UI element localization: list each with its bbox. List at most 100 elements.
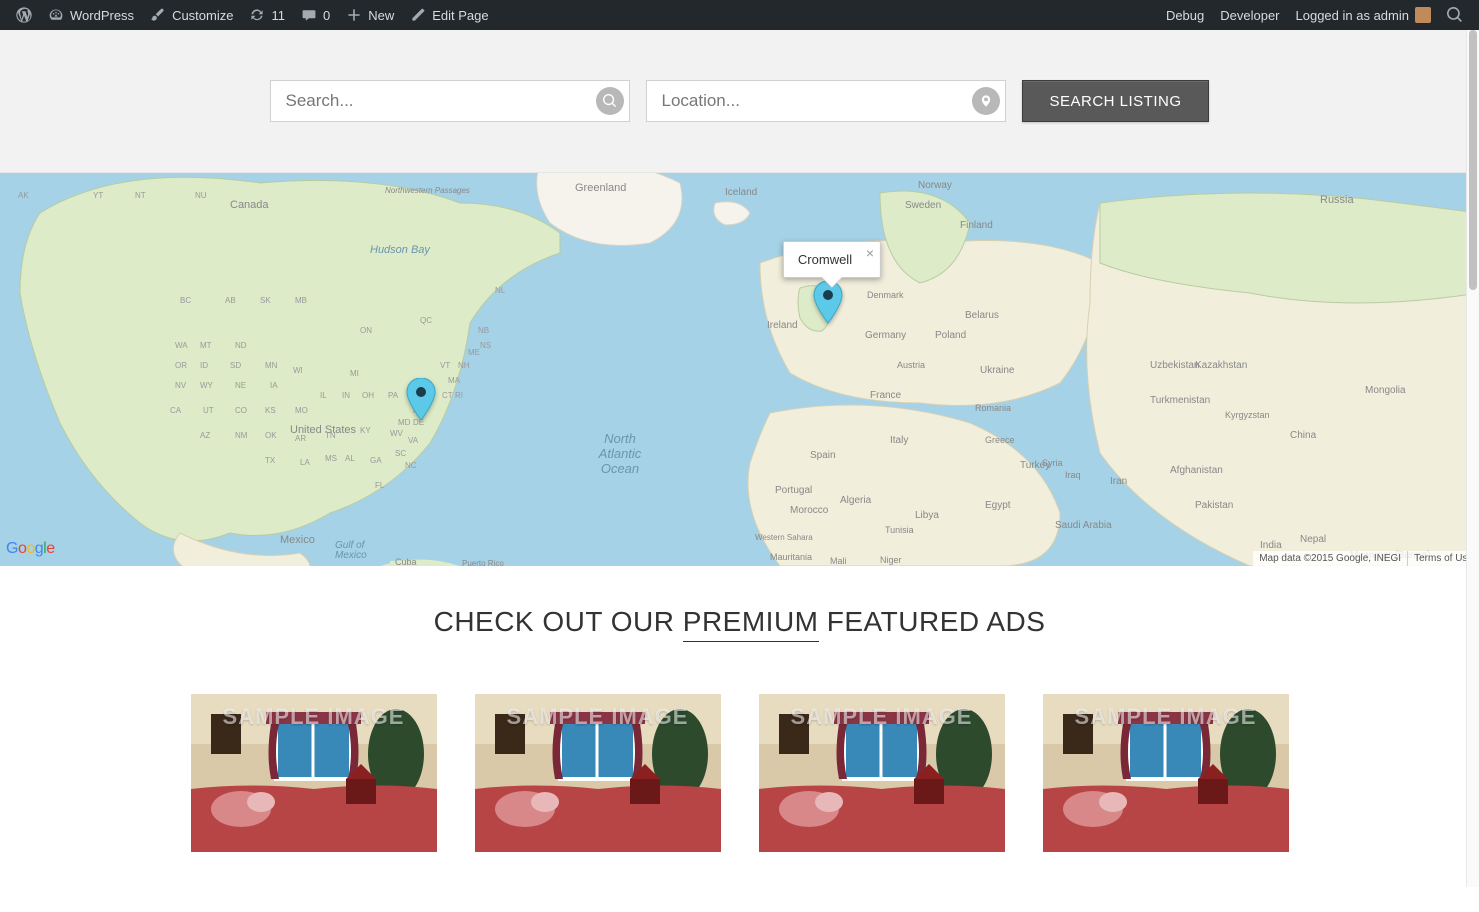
account-link[interactable]: Logged in as admin: [1288, 0, 1439, 30]
updates-link[interactable]: 11: [241, 0, 293, 30]
search-icon[interactable]: [596, 87, 624, 115]
developer-link[interactable]: Developer: [1212, 0, 1287, 30]
location-icon[interactable]: [972, 87, 1000, 115]
svg-text:AB: AB: [225, 296, 236, 305]
svg-text:Finland: Finland: [960, 220, 993, 231]
listing-card[interactable]: SAMPLE IMAGE: [1043, 694, 1289, 852]
location-search-wrap: [646, 80, 1006, 122]
svg-text:Morocco: Morocco: [790, 505, 829, 516]
svg-text:North: North: [604, 431, 636, 446]
svg-text:Austria: Austria: [897, 360, 925, 370]
map-marker[interactable]: [406, 378, 436, 425]
svg-text:SD: SD: [230, 361, 241, 370]
search-listing-button[interactable]: SEARCH LISTING: [1022, 80, 1208, 122]
svg-text:BC: BC: [180, 296, 191, 305]
svg-text:Nepal: Nepal: [1300, 534, 1326, 545]
svg-text:Spain: Spain: [810, 450, 836, 461]
keyword-input[interactable]: [270, 80, 630, 122]
svg-text:ME: ME: [468, 348, 480, 357]
svg-text:Germany: Germany: [865, 330, 906, 341]
new-content-link[interactable]: New: [338, 0, 402, 30]
svg-text:NV: NV: [175, 381, 187, 390]
svg-text:Canada: Canada: [230, 199, 269, 211]
svg-text:SK: SK: [260, 296, 271, 305]
svg-text:Poland: Poland: [935, 330, 966, 341]
debug-link[interactable]: Debug: [1158, 0, 1212, 30]
svg-text:MS: MS: [325, 454, 337, 463]
svg-text:YT: YT: [93, 191, 103, 200]
infowindow-close-icon[interactable]: ×: [866, 246, 874, 260]
svg-text:Afghanistan: Afghanistan: [1170, 465, 1223, 476]
svg-text:QC: QC: [420, 316, 432, 325]
svg-text:Mongolia: Mongolia: [1365, 385, 1406, 396]
brush-icon: [150, 7, 166, 23]
svg-text:OH: OH: [362, 391, 374, 400]
comment-icon: [301, 7, 317, 23]
svg-text:NH: NH: [458, 361, 470, 370]
svg-text:NC: NC: [405, 461, 417, 470]
listing-card[interactable]: SAMPLE IMAGE: [475, 694, 721, 852]
svg-text:KY: KY: [360, 426, 371, 435]
new-label: New: [368, 8, 394, 23]
avatar: [1415, 7, 1431, 23]
svg-text:MN: MN: [265, 361, 278, 370]
svg-text:Egypt: Egypt: [985, 500, 1011, 511]
map[interactable]: North Atlantic Ocean Hudson Bay Gulf of …: [0, 173, 1479, 566]
map-marker[interactable]: [813, 281, 843, 328]
svg-text:Niger: Niger: [880, 555, 902, 565]
svg-text:MA: MA: [448, 376, 461, 385]
svg-text:Denmark: Denmark: [867, 290, 904, 300]
watermark: SAMPLE IMAGE: [759, 704, 1005, 730]
svg-text:Russia: Russia: [1320, 194, 1355, 206]
svg-text:Kazakhstan: Kazakhstan: [1195, 360, 1247, 371]
svg-text:IL: IL: [320, 391, 327, 400]
svg-text:MB: MB: [295, 296, 307, 305]
svg-text:IA: IA: [270, 381, 278, 390]
svg-text:Mali: Mali: [830, 556, 847, 566]
svg-text:Hudson Bay: Hudson Bay: [370, 244, 431, 256]
svg-text:NT: NT: [135, 191, 146, 200]
adminbar-search[interactable]: [1439, 0, 1471, 30]
svg-text:Pakistan: Pakistan: [1195, 500, 1233, 511]
svg-text:NS: NS: [480, 341, 491, 350]
map-tiles: North Atlantic Ocean Hudson Bay Gulf of …: [0, 173, 1479, 566]
listing-card[interactable]: SAMPLE IMAGE: [759, 694, 1005, 852]
svg-text:AL: AL: [345, 454, 355, 463]
listing-image: SAMPLE IMAGE: [475, 694, 721, 852]
svg-text:WV: WV: [390, 429, 404, 438]
svg-text:ON: ON: [360, 326, 372, 335]
svg-text:Tunisia: Tunisia: [885, 525, 914, 535]
edit-page-link[interactable]: Edit Page: [402, 0, 496, 30]
svg-text:MT: MT: [200, 341, 212, 350]
svg-text:Ocean: Ocean: [601, 461, 639, 476]
scrollbar-thumb[interactable]: [1469, 30, 1477, 290]
comments-link[interactable]: 0: [293, 0, 338, 30]
svg-text:AK: AK: [18, 191, 29, 200]
svg-text:CA: CA: [170, 406, 182, 415]
customize-link[interactable]: Customize: [142, 0, 241, 30]
svg-text:PA: PA: [388, 391, 399, 400]
svg-text:Syria: Syria: [1042, 458, 1063, 468]
svg-text:WI: WI: [293, 366, 303, 375]
scrollbar[interactable]: [1466, 30, 1479, 887]
svg-text:OK: OK: [265, 431, 277, 440]
watermark: SAMPLE IMAGE: [1043, 704, 1289, 730]
listing-card[interactable]: SAMPLE IMAGE: [191, 694, 437, 852]
keyword-search-wrap: [270, 80, 630, 122]
svg-text:Cuba: Cuba: [395, 557, 417, 566]
site-name-link[interactable]: WordPress: [40, 0, 142, 30]
svg-text:Mexico: Mexico: [280, 534, 315, 546]
svg-text:Puerto Rico: Puerto Rico: [462, 559, 504, 566]
svg-text:Ireland: Ireland: [767, 320, 798, 331]
location-input[interactable]: [646, 80, 1006, 122]
map-data-label: Map data ©2015 Google, INEGI: [1253, 551, 1407, 566]
svg-text:CO: CO: [235, 406, 247, 415]
svg-text:SC: SC: [395, 449, 406, 458]
svg-text:CT: CT: [442, 391, 453, 400]
infowindow-title: Cromwell: [798, 252, 852, 267]
svg-text:Romania: Romania: [975, 403, 1011, 413]
wp-logo-menu[interactable]: [8, 0, 40, 30]
dashboard-icon: [48, 7, 64, 23]
update-icon: [249, 7, 265, 23]
svg-text:Algeria: Algeria: [840, 495, 872, 506]
